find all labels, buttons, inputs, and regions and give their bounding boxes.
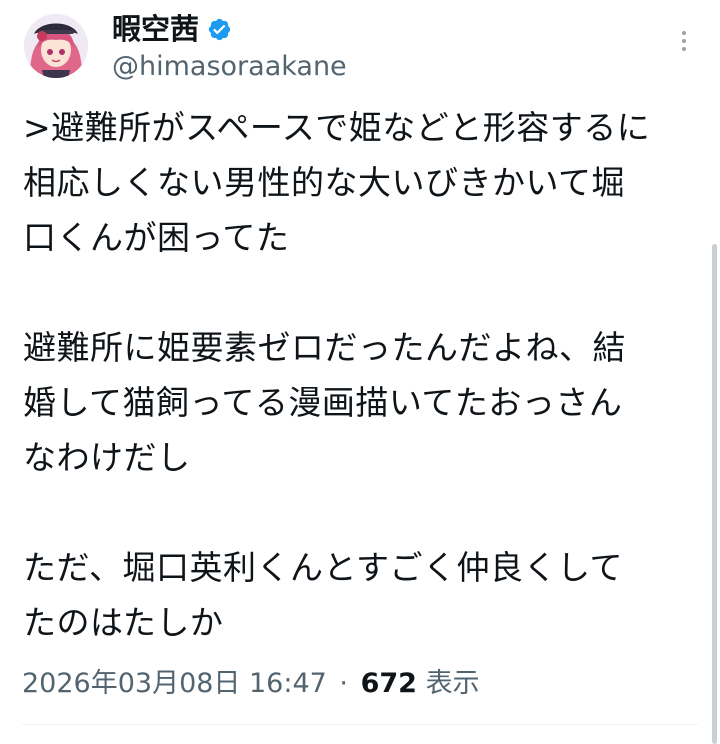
verified-badge-icon[interactable] [207,17,232,42]
anime-girl-avatar-icon [24,14,88,78]
more-dot-icon [682,47,686,51]
author-handle[interactable]: @himasoraakane [112,50,347,84]
tweet-line: 避難所に姫要素ゼロだったんだよね、結 [23,328,626,367]
tweet-line: 婚して猫飼ってる漫画描いてたおっさん [23,383,623,422]
meta-separator: · [339,668,349,699]
tweet-line: 相応しくない男性的な大いびきかいて堀 [23,163,626,202]
views-count: 672 [360,668,417,699]
tweet-paragraph: 避難所に姫要素ゼロだったんだよね、結 婚して猫飼ってる漫画描いてたおっさん なわ… [23,320,695,485]
author-name-row: 暇空茜 [112,10,232,48]
tweet-meta: 2026年03月08日 16:47 · 672 表示 [22,664,480,704]
tweet-text: >避難所がスペースで姫などと形容するに 相応しくない男性的な大いびきかいて堀 口… [23,100,695,650]
tweet-detail: 暇空茜 @himasoraakane >避難所がスペースで姫などと形容するに 相… [0,0,720,744]
tweet-line: なわけだし [23,438,191,477]
tweet-line: たのはたしか [23,603,224,642]
tweet-line: >避難所がスペースで姫などと形容するに [23,108,651,147]
tweet-paragraph: ただ、堀口英利くんとすごく仲良くして たのはたしか [23,540,695,650]
more-options-button[interactable] [670,26,698,56]
scrollbar[interactable] [712,244,717,744]
views-label: 表示 [425,668,480,699]
more-dot-icon [682,39,686,43]
more-dot-icon [682,31,686,35]
tweet-paragraph: >避難所がスペースで姫などと形容するに 相応しくない男性的な大いびきかいて堀 口… [23,100,695,265]
avatar[interactable] [24,14,88,78]
tweet-timestamp[interactable]: 2026年03月08日 16:47 [22,668,327,699]
divider [22,724,698,725]
author-display-name[interactable]: 暇空茜 [112,10,199,48]
tweet-line: ただ、堀口英利くんとすごく仲良くして [23,548,624,587]
tweet-line: 口くんが困ってた [23,218,290,257]
